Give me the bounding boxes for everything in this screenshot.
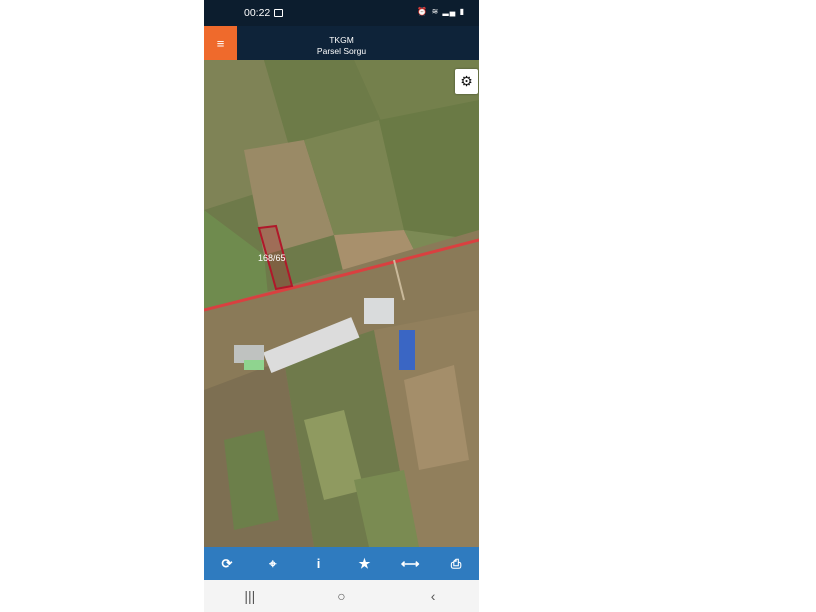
title-line2: Parsel Sorgu: [316, 46, 367, 56]
page-title: TKGM Parsel Sorgu: [204, 35, 479, 57]
back-button[interactable]: ‹: [413, 588, 453, 604]
status-time: 00:22: [244, 7, 271, 19]
bottom-toolbar: ⟳ ⌖ i ★ ⟷ ⎙: [204, 547, 479, 580]
battery-icon: ▮: [459, 7, 465, 16]
satellite-map[interactable]: 168/65: [204, 60, 479, 547]
measure-button[interactable]: ⟷: [396, 550, 424, 578]
signal-icon: ▂▄: [442, 7, 457, 16]
title-line1: TKGM: [329, 35, 354, 45]
measure-icon: ⟷: [400, 555, 420, 571]
gear-icon: ⚙: [460, 73, 473, 89]
refresh-icon: ⟳: [221, 555, 233, 571]
print-button[interactable]: ⎙: [442, 550, 470, 578]
status-bar: 00:22 ⏰ ≋ ▂▄ ▮: [204, 0, 479, 26]
home-icon: ○: [337, 588, 346, 604]
image-icon: [274, 9, 283, 17]
home-button[interactable]: ○: [321, 588, 361, 604]
locate-button[interactable]: ⌖: [259, 550, 287, 578]
info-icon: i: [316, 556, 321, 571]
refresh-button[interactable]: ⟳: [213, 550, 241, 578]
locate-icon: ⌖: [269, 555, 277, 571]
info-button[interactable]: i: [305, 550, 333, 578]
parcel-label: 168/65: [258, 253, 286, 263]
map-canvas: 168/65: [204, 60, 479, 547]
status-icons: ⏰ ≋ ▂▄ ▮: [417, 7, 465, 16]
favorite-button[interactable]: ★: [350, 550, 378, 578]
system-nav-bar: ||| ○ ‹: [204, 580, 479, 612]
alarm-icon: ⏰: [417, 7, 429, 16]
wifi-icon: ≋: [431, 7, 440, 16]
print-icon: ⎙: [450, 555, 462, 571]
settings-button[interactable]: ⚙: [455, 69, 478, 94]
recent-apps-button[interactable]: |||: [230, 588, 270, 604]
app-header: ≡ TKGM Parsel Sorgu: [204, 26, 479, 60]
back-icon: ‹: [430, 588, 436, 604]
phone-screen: 00:22 ⏰ ≋ ▂▄ ▮ ≡ TKGM Parsel Sorgu 168/6…: [204, 0, 479, 612]
recent-apps-icon: |||: [244, 588, 256, 604]
star-icon: ★: [358, 555, 371, 571]
